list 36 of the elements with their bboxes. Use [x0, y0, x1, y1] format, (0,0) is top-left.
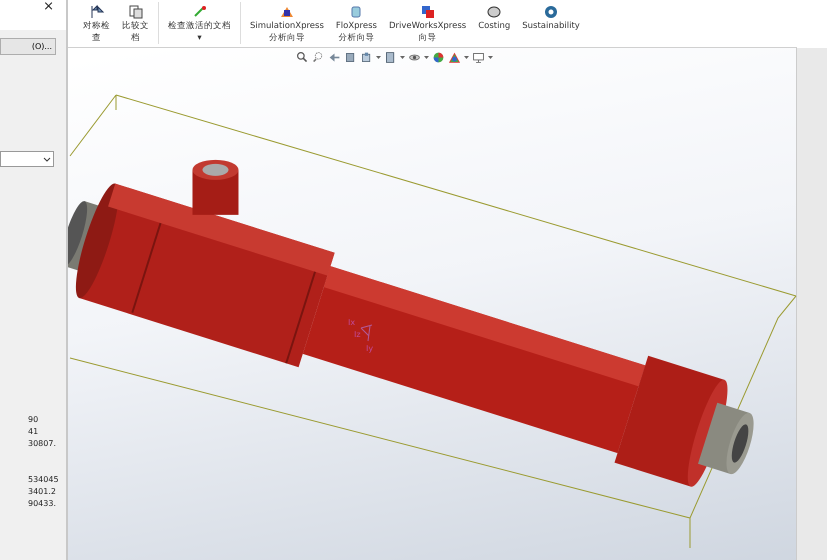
caret-icon [43, 156, 51, 162]
caret-icon[interactable] [424, 56, 429, 60]
toolbar-button[interactable]: SimulationXpress 分析向导 [247, 2, 327, 46]
symmetry-icon [88, 4, 104, 20]
toolbar-button[interactable]: Sustainability [519, 2, 583, 34]
toolbar-button[interactable]: DriveWorksXpress 向导 [386, 2, 470, 46]
monitor-icon[interactable] [472, 51, 485, 64]
dropdown-field[interactable] [0, 151, 54, 167]
property-value: 30807. [28, 439, 56, 449]
axis-label: Iz [354, 330, 361, 339]
property-value: 90433. [28, 499, 56, 509]
toolbar-button[interactable]: Costing [475, 2, 514, 34]
property-value: 41 [28, 427, 38, 437]
documents-icon [128, 4, 144, 20]
caret-icon[interactable] [376, 56, 381, 60]
close-icon[interactable]: × [43, 0, 54, 30]
appearance-icon[interactable] [432, 51, 445, 64]
toolbar-button[interactable]: 检查激活的文档 ▾ [165, 2, 234, 46]
caret-icon[interactable] [464, 56, 469, 60]
scene-icon[interactable] [448, 51, 461, 64]
zoom-area-icon[interactable] [312, 51, 325, 64]
property-value: 534045 [28, 475, 59, 485]
options-button[interactable]: (O)... [0, 38, 56, 55]
toolbar-button[interactable]: FloXpress 分析向导 [332, 2, 380, 46]
zoom-icon[interactable] [296, 51, 309, 64]
axis-label: Iy [366, 344, 374, 353]
axis-label: Ix [348, 318, 356, 327]
toolbar-button[interactable]: 比较文档 [119, 2, 152, 46]
caret-icon[interactable] [400, 56, 405, 60]
previous-view-icon[interactable] [328, 51, 341, 64]
caret-icon[interactable] [488, 56, 493, 60]
property-value: 3401.2 [28, 487, 56, 497]
property-value: 90 [28, 415, 38, 425]
toolbar-button[interactable]: 对称检查 [80, 2, 113, 46]
axis-triad-icon [360, 324, 374, 342]
globe-icon [543, 4, 560, 20]
